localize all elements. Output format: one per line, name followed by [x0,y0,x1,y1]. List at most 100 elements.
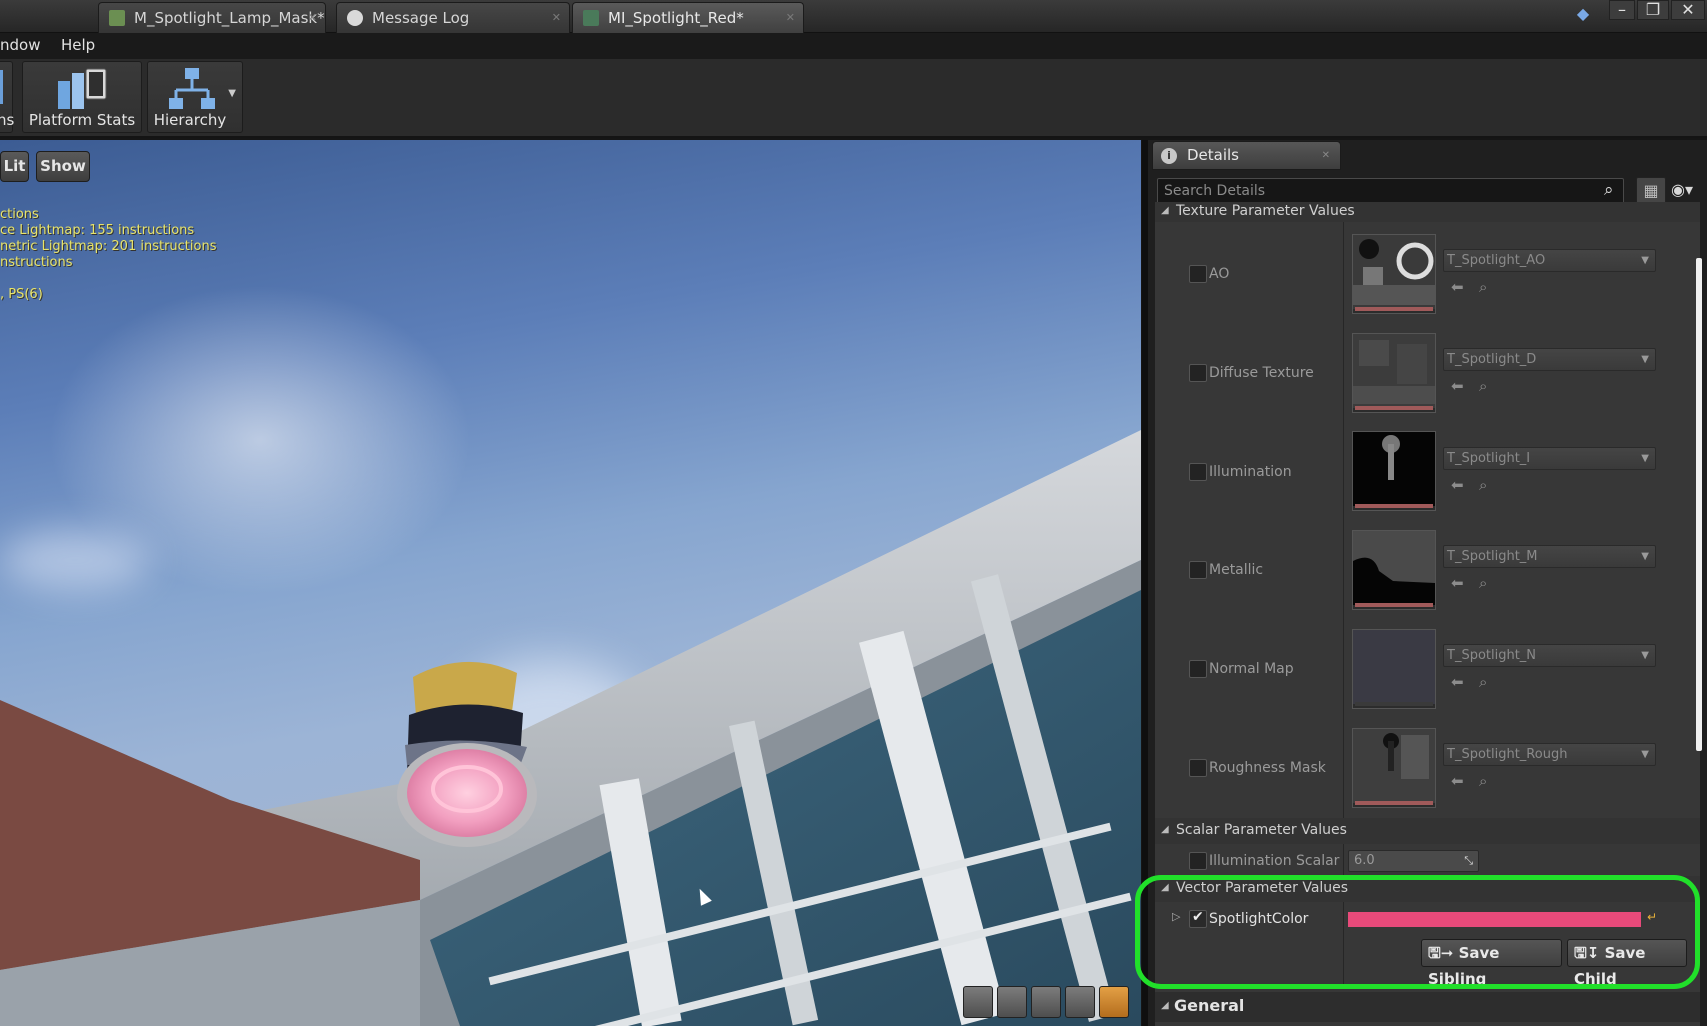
param-label: AO [1209,266,1230,282]
platform-stats-icon [58,68,107,109]
close-icon[interactable]: ✕ [552,11,561,24]
close-icon[interactable]: ✕ [308,11,317,24]
dropdown-arrow-icon: ▼ [1641,749,1649,760]
tab-mi-spotlight-red[interactable]: MI_Spotlight_Red* ✕ [572,2,804,33]
texture-thumbnail-bar [1355,406,1433,410]
preview-mesh-icon[interactable] [1099,986,1129,1018]
texture-thumbnail[interactable] [1352,431,1436,511]
texture-thumbnail[interactable] [1352,530,1436,610]
hierarchy-button[interactable]: ▼ Hierarchy [147,61,243,133]
preview-cube-icon[interactable] [1065,986,1095,1018]
restore-window-button[interactable]: ❐ [1637,0,1669,20]
use-selected-arrow-icon[interactable]: ⬅ [1451,673,1464,691]
stats-line: ce Lightmap: 155 instructions [0,223,195,238]
editor-toolbar: ns Platform Stats ▼ Hierarchy [0,59,1707,138]
use-selected-arrow-icon[interactable]: ⬅ [1451,377,1464,395]
override-checkbox[interactable] [1189,463,1207,481]
menu-window[interactable]: ndow [0,36,40,54]
menu-help[interactable]: Help [61,36,95,54]
collapse-triangle-icon: ◢ [1161,824,1169,835]
texture-thumbnail-bar [1355,801,1433,805]
info-icon: i [1161,148,1177,164]
browse-search-icon[interactable]: ⌕ [1479,772,1487,790]
texture-asset-combo[interactable]: T_Spotlight_I ▼ [1443,447,1656,470]
spotlight-lamp-mesh [397,661,537,847]
tab-label: Message Log [372,9,470,27]
texture-thumbnail-bar [1355,603,1433,607]
general-section-header[interactable]: ◢ General [1155,992,1700,1022]
browse-search-icon[interactable]: ⌕ [1479,574,1487,592]
texture-thumbnail[interactable] [1352,234,1436,314]
stats-line: ctions [0,207,39,222]
override-checkbox[interactable] [1189,561,1207,579]
illumination-scalar-spinbox[interactable]: 6.0 ⤡ [1348,850,1479,872]
texture-asset-combo[interactable]: T_Spotlight_N ▼ [1443,644,1656,667]
menu-bar: ndow Help [0,33,1707,59]
resize-arrows-icon: ⤡ [1464,854,1473,867]
use-selected-arrow-icon[interactable]: ⬅ [1451,772,1464,790]
param-label: Diffuse Texture [1209,365,1314,381]
stats-line: , PS(6) [0,287,43,302]
learning-cap-icon[interactable]: ◆ [1571,5,1595,25]
view-options-eye-icon[interactable]: ◉▾ [1671,180,1693,199]
texture-asset-combo[interactable]: T_Spotlight_D ▼ [1443,348,1656,371]
texture-asset-combo[interactable]: T_Spotlight_Rough ▼ [1443,743,1656,766]
view-mode-lit-button[interactable]: Lit [0,151,29,182]
scalar-parameter-section-header[interactable]: ◢ Scalar Parameter Values [1155,818,1700,844]
tab-label: MI_Spotlight_Red* [608,9,744,27]
details-scrollbar[interactable] [1696,258,1702,751]
texture-thumbnail-bar [1355,307,1433,311]
tab-label: M_Spotlight_Lamp_Mask* [134,9,325,27]
override-checkbox[interactable] [1189,265,1207,283]
dropdown-arrow-icon: ▼ [1641,453,1649,464]
minimize-window-button[interactable]: – [1609,0,1635,20]
browse-search-icon[interactable]: ⌕ [1479,673,1487,691]
texture-thumbnail-bar [1355,702,1433,706]
texture-asset-combo[interactable]: T_Spotlight_AO ▼ [1443,249,1656,272]
close-window-button[interactable]: ✕ [1671,0,1705,20]
texture-thumbnail[interactable] [1352,333,1436,413]
override-checkbox[interactable] [1189,759,1207,777]
override-checkbox[interactable] [1189,852,1207,870]
tab-message-log[interactable]: Message Log ✕ [336,2,570,33]
property-matrix-button[interactable]: ▦ [1636,177,1666,205]
texture-asset-combo[interactable]: T_Spotlight_M ▼ [1443,545,1656,568]
dropdown-arrow-icon: ▼ [1641,255,1649,266]
material-icon [109,10,125,26]
toolbar-partial-button[interactable]: ns [0,61,15,133]
browse-search-icon[interactable]: ⌕ [1479,278,1487,296]
preview-cylinder-icon[interactable] [963,986,993,1018]
toolbar-partial-label: ns [0,111,15,129]
illumination-scalar-label: Illumination Scalar [1209,853,1340,869]
preview-viewport[interactable] [0,140,1141,1026]
close-icon[interactable]: ✕ [786,11,795,24]
preview-plane-icon[interactable] [1031,986,1061,1018]
search-details-input[interactable]: Search Details [1157,178,1624,205]
texture-parameter-section-header[interactable]: ◢ Texture Parameter Values [1155,202,1700,222]
browse-search-icon[interactable]: ⌕ [1479,476,1487,494]
override-checkbox[interactable] [1189,660,1207,678]
show-flags-button[interactable]: Show [36,151,90,182]
use-selected-arrow-icon[interactable]: ⬅ [1451,574,1464,592]
tab-m-spotlight-lamp-mask[interactable]: M_Spotlight_Lamp_Mask* ✕ [98,2,326,33]
texture-thumbnail[interactable] [1352,629,1436,709]
use-selected-arrow-icon[interactable]: ⬅ [1451,476,1464,494]
use-selected-arrow-icon[interactable]: ⬅ [1451,278,1464,296]
material-instance-icon [583,10,599,26]
roughness-texture-preview [1353,729,1435,803]
param-label: Normal Map [1209,661,1294,677]
hierarchy-label: Hierarchy [153,111,227,129]
browse-search-icon[interactable]: ⌕ [1479,377,1487,395]
stats-line: netric Lightmap: 201 instructions [0,239,217,254]
collapse-triangle-icon: ◢ [1161,205,1169,216]
metallic-texture-preview [1353,531,1435,605]
param-label: Metallic [1209,562,1264,578]
platform-stats-button[interactable]: Platform Stats [22,61,142,133]
stats-line: nstructions [0,255,73,270]
preview-sphere-icon[interactable] [997,986,1027,1018]
override-checkbox[interactable] [1189,364,1207,382]
close-icon[interactable]: ✕ [1322,142,1330,169]
tab-details[interactable]: i Details ✕ [1152,141,1341,170]
hierarchy-dropdown-icon[interactable]: ▼ [228,88,236,99]
texture-thumbnail[interactable] [1352,728,1436,808]
